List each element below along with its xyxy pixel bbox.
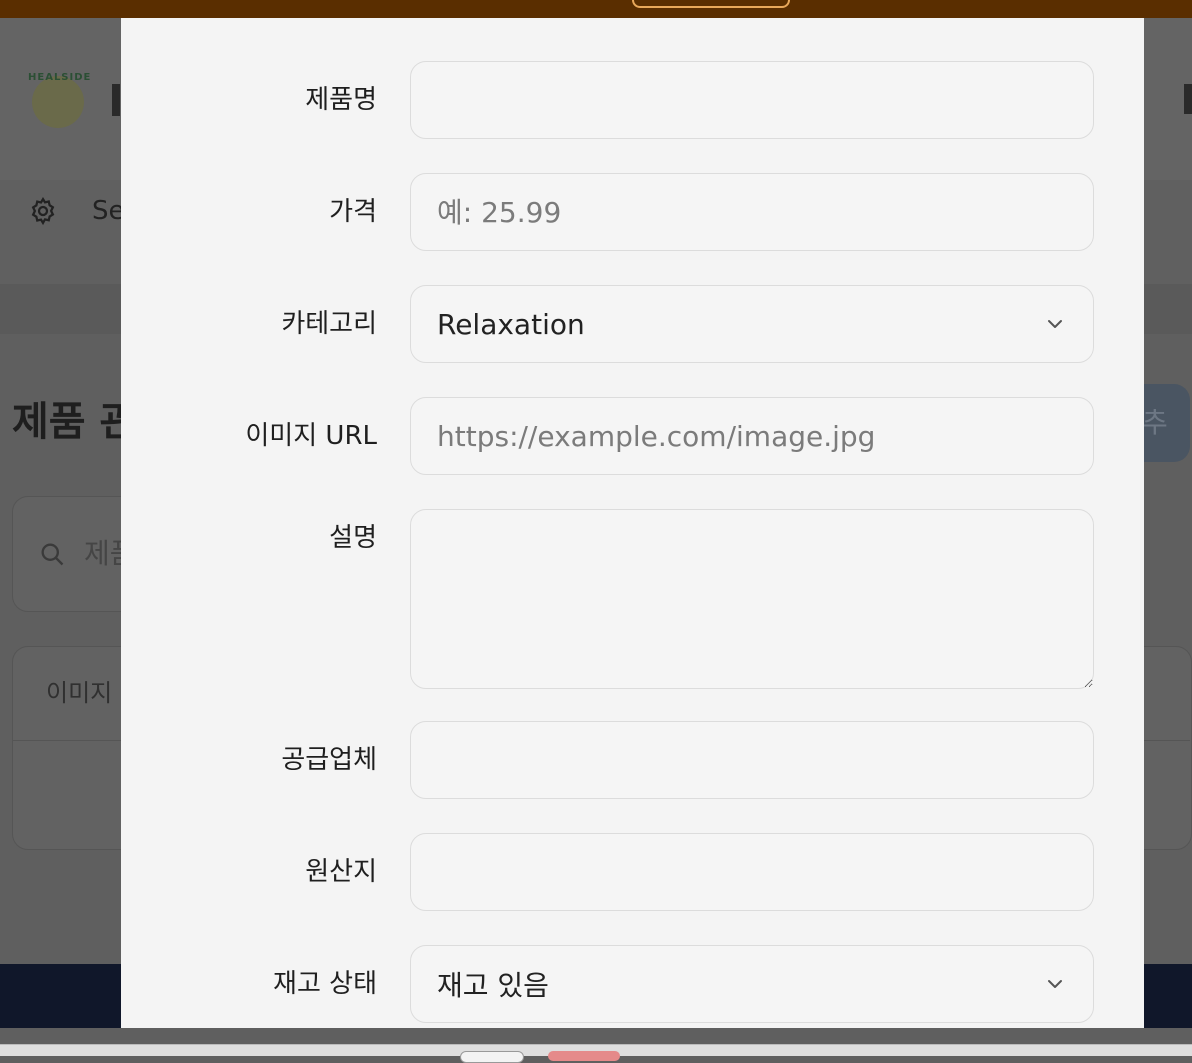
name-label: 제품명: [305, 85, 377, 115]
price-input[interactable]: [410, 173, 1094, 251]
product-name-input[interactable]: [410, 61, 1094, 139]
category-selected-value: Relaxation: [437, 307, 585, 341]
origin-label: 원산지: [305, 857, 377, 887]
chevron-down-icon: [1048, 320, 1062, 328]
toolbar-button[interactable]: [460, 1051, 524, 1063]
search-icon: [38, 540, 66, 574]
chevron-down-icon: [1048, 980, 1062, 988]
image-url-input[interactable]: [410, 397, 1094, 475]
description-textarea[interactable]: [410, 509, 1094, 689]
top-strip: [0, 0, 1192, 18]
logo-text: HEALSIDE: [28, 72, 92, 83]
toolbar-button-red[interactable]: [548, 1051, 620, 1061]
menu-icon[interactable]: [1184, 84, 1192, 114]
description-label: 설명: [329, 523, 377, 553]
origin-input[interactable]: [410, 833, 1094, 911]
stock-status-selected-value: 재고 있음: [437, 969, 549, 1002]
product-form-modal: 제품명 가격 카테고리 Relaxation 이미지 URL 설명 공급업체 원…: [121, 18, 1144, 1028]
price-label: 가격: [329, 197, 377, 227]
bottom-toolbar: [0, 1044, 1192, 1063]
site-name-fragment: [112, 84, 120, 116]
top-pill-button[interactable]: [632, 0, 790, 8]
image-url-label: 이미지 URL: [245, 421, 377, 451]
category-select[interactable]: Relaxation: [410, 285, 1094, 363]
supplier-label: 공급업체: [281, 745, 377, 775]
table-header-image: 이미지: [46, 679, 113, 707]
nav-settings-link[interactable]: Se: [92, 196, 125, 226]
supplier-input[interactable]: [410, 721, 1094, 799]
stock-status-select[interactable]: 재고 있음: [410, 945, 1094, 1023]
stock-status-label: 재고 상태: [273, 969, 377, 999]
category-label: 카테고리: [281, 309, 377, 339]
gear-icon: [28, 196, 58, 226]
page-title: 제품 관: [12, 399, 137, 445]
